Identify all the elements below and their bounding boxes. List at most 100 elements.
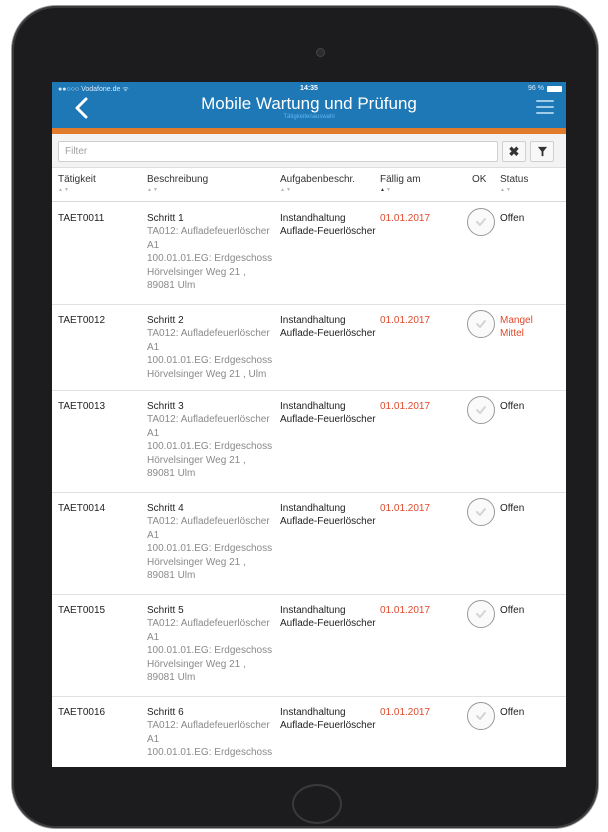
description-detail: 100.01.01.EG: Erdgeschoss: [147, 747, 273, 759]
task-description-cell: Instandhaltung Auflade-Feuerlöscher: [280, 212, 380, 239]
task-list: TAET0011 Schritt 1 TA012: Aufladefeuerlö…: [52, 203, 566, 767]
description-detail: 89081 Ulm: [147, 280, 196, 292]
task-description-line: Auflade-Feuerlöscher: [280, 618, 376, 630]
checkmark-icon: [476, 712, 486, 720]
task-description-line: Instandhaltung: [280, 605, 346, 616]
status-text: Mangel: [500, 315, 533, 326]
filter-input[interactable]: [58, 141, 498, 162]
description-cell: Schritt 5 TA012: Aufladefeuerlöscher A1 10…: [147, 604, 282, 684]
task-description-line: Instandhaltung: [280, 315, 346, 326]
description-detail: TA012: Aufladefeuerlöscher: [147, 328, 270, 340]
description-cell: Schritt 3 TA012: Aufladefeuerlöscher A1 10…: [147, 400, 282, 480]
page-subtitle: Tätigkeitenauswahl: [283, 114, 335, 120]
table-row[interactable]: TAET0013 Schritt 3 TA012: Aufladefeuerlö…: [52, 391, 566, 493]
ok-check-button[interactable]: [467, 702, 495, 730]
checkmark-icon: [476, 610, 486, 618]
battery-icon: [547, 86, 562, 92]
description-detail: Hörvelsinger Weg 21 ,: [147, 556, 246, 568]
column-header-due[interactable]: Fällig am ▲▼: [380, 174, 421, 193]
hamburger-menu-icon[interactable]: [536, 100, 554, 114]
description-detail: 100.01.01.EG: Erdgeschoss: [147, 253, 273, 265]
description-detail: 89081 Ulm: [147, 672, 196, 684]
column-header-activity[interactable]: Tätigkeit ▲▼: [58, 174, 96, 193]
task-description-line: Auflade-Feuerlöscher: [280, 516, 376, 528]
description-cell: Schritt 2 TA012: Aufladefeuerlöscher A1 10…: [147, 314, 282, 381]
description-detail: A1: [147, 427, 160, 439]
task-description-line: Auflade-Feuerlöscher: [280, 414, 376, 426]
due-date: 01.01.2017: [380, 213, 431, 224]
status-text: Offen: [500, 707, 525, 718]
sort-icon-active: ▲▼: [380, 187, 392, 193]
column-label: Tätigkeit: [58, 174, 96, 185]
status-text: Offen: [500, 605, 525, 616]
step-title: Schritt 1: [147, 213, 184, 224]
table-row[interactable]: TAET0016 Schritt 6 TA012: Aufladefeuerlö…: [52, 697, 566, 767]
ok-check-button[interactable]: [467, 600, 495, 628]
activity-id: TAET0013: [58, 401, 106, 412]
description-detail: TA012: Aufladefeuerlöscher: [147, 414, 270, 426]
task-description-cell: Instandhaltung Auflade-Feuerlöscher: [280, 604, 380, 631]
app-screen: ●●○○○ Vodafone.de ᯤ 14:35 96 % Mobile Wa…: [52, 82, 566, 767]
checkmark-icon: [476, 218, 486, 226]
description-detail: Hörvelsinger Weg 21 ,: [147, 266, 246, 278]
column-header-description[interactable]: Beschreibung ▲▼: [147, 174, 208, 193]
status-cell: Offen: [500, 502, 524, 515]
step-title: Schritt 6: [147, 707, 184, 718]
step-title: Schritt 2: [147, 315, 184, 326]
step-title: Schritt 5: [147, 605, 184, 616]
checkmark-icon: [476, 320, 486, 328]
task-description-line: Auflade-Feuerlöscher: [280, 226, 376, 238]
status-cell: Offen: [500, 706, 524, 719]
column-header-task-description[interactable]: Aufgabenbeschr. ▲▼: [280, 174, 355, 193]
status-cell: Offen: [500, 400, 524, 413]
column-label: OK: [472, 174, 487, 185]
status-bar: ●●○○○ Vodafone.de ᯤ 14:35 96 %: [52, 84, 566, 94]
ok-check-button[interactable]: [467, 498, 495, 526]
description-detail: Hörvelsinger Weg 21 ,: [147, 454, 246, 466]
column-label: Aufgabenbeschr.: [280, 174, 356, 185]
task-description-cell: Instandhaltung Auflade-Feuerlöscher: [280, 706, 380, 733]
task-description-cell: Instandhaltung Auflade-Feuerlöscher: [280, 502, 380, 529]
ok-check-button[interactable]: [467, 396, 495, 424]
activity-id: TAET0011: [58, 213, 105, 224]
status-cell: Offen: [500, 212, 524, 225]
ok-check-button[interactable]: [467, 310, 495, 338]
column-header-ok[interactable]: OK: [472, 174, 486, 185]
page-title: Mobile Wartung und Prüfung: [201, 94, 417, 113]
description-detail: 100.01.01.EG: Erdgeschoss: [147, 441, 273, 453]
description-detail: 100.01.01.EG: Erdgeschoss: [147, 543, 273, 555]
task-description-line: Instandhaltung: [280, 401, 346, 412]
description-detail: 100.01.01.EG: Erdgeschoss: [147, 645, 273, 657]
clear-filter-button[interactable]: ✖: [502, 141, 526, 162]
table-row[interactable]: TAET0015 Schritt 5 TA012: Aufladefeuerlö…: [52, 595, 566, 697]
description-detail: TA012: Aufladefeuerlöscher: [147, 516, 270, 528]
description-detail: A1: [147, 733, 160, 745]
due-date: 01.01.2017: [380, 707, 431, 718]
description-detail: Hörvelsinger Weg 21 , Ulm: [147, 368, 267, 380]
description-detail: TA012: Aufladefeuerlöscher: [147, 720, 270, 732]
table-row[interactable]: TAET0011 Schritt 1 TA012: Aufladefeuerlö…: [52, 203, 566, 305]
description-detail: A1: [147, 239, 160, 251]
activity-id: TAET0014: [58, 503, 106, 514]
close-icon: ✖: [508, 143, 520, 159]
home-button[interactable]: [292, 784, 342, 824]
column-label: Status: [500, 174, 529, 185]
table-row[interactable]: TAET0012 Schritt 2 TA012: Aufladefeuerlö…: [52, 305, 566, 391]
table-row[interactable]: TAET0014 Schritt 4 TA012: Aufladefeuerlö…: [52, 493, 566, 595]
status-cell: Mangel Mittel: [500, 314, 533, 341]
camera-icon: [316, 48, 325, 57]
column-label: Beschreibung: [147, 174, 209, 185]
status-text: Offen: [500, 213, 525, 224]
column-header-status[interactable]: Status ▲▼: [500, 174, 528, 193]
description-detail: A1: [147, 341, 160, 353]
task-description-line: Auflade-Feuerlöscher: [280, 720, 376, 732]
description-detail: TA012: Aufladefeuerlöscher: [147, 618, 270, 630]
due-date: 01.01.2017: [380, 605, 431, 616]
checkmark-icon: [476, 406, 486, 414]
ok-check-button[interactable]: [467, 208, 495, 236]
funnel-icon: [537, 146, 547, 157]
task-description-line: Auflade-Feuerlöscher: [280, 328, 376, 340]
filter-options-button[interactable]: [530, 141, 554, 162]
step-title: Schritt 4: [147, 503, 184, 514]
task-description-line: Instandhaltung: [280, 707, 346, 718]
